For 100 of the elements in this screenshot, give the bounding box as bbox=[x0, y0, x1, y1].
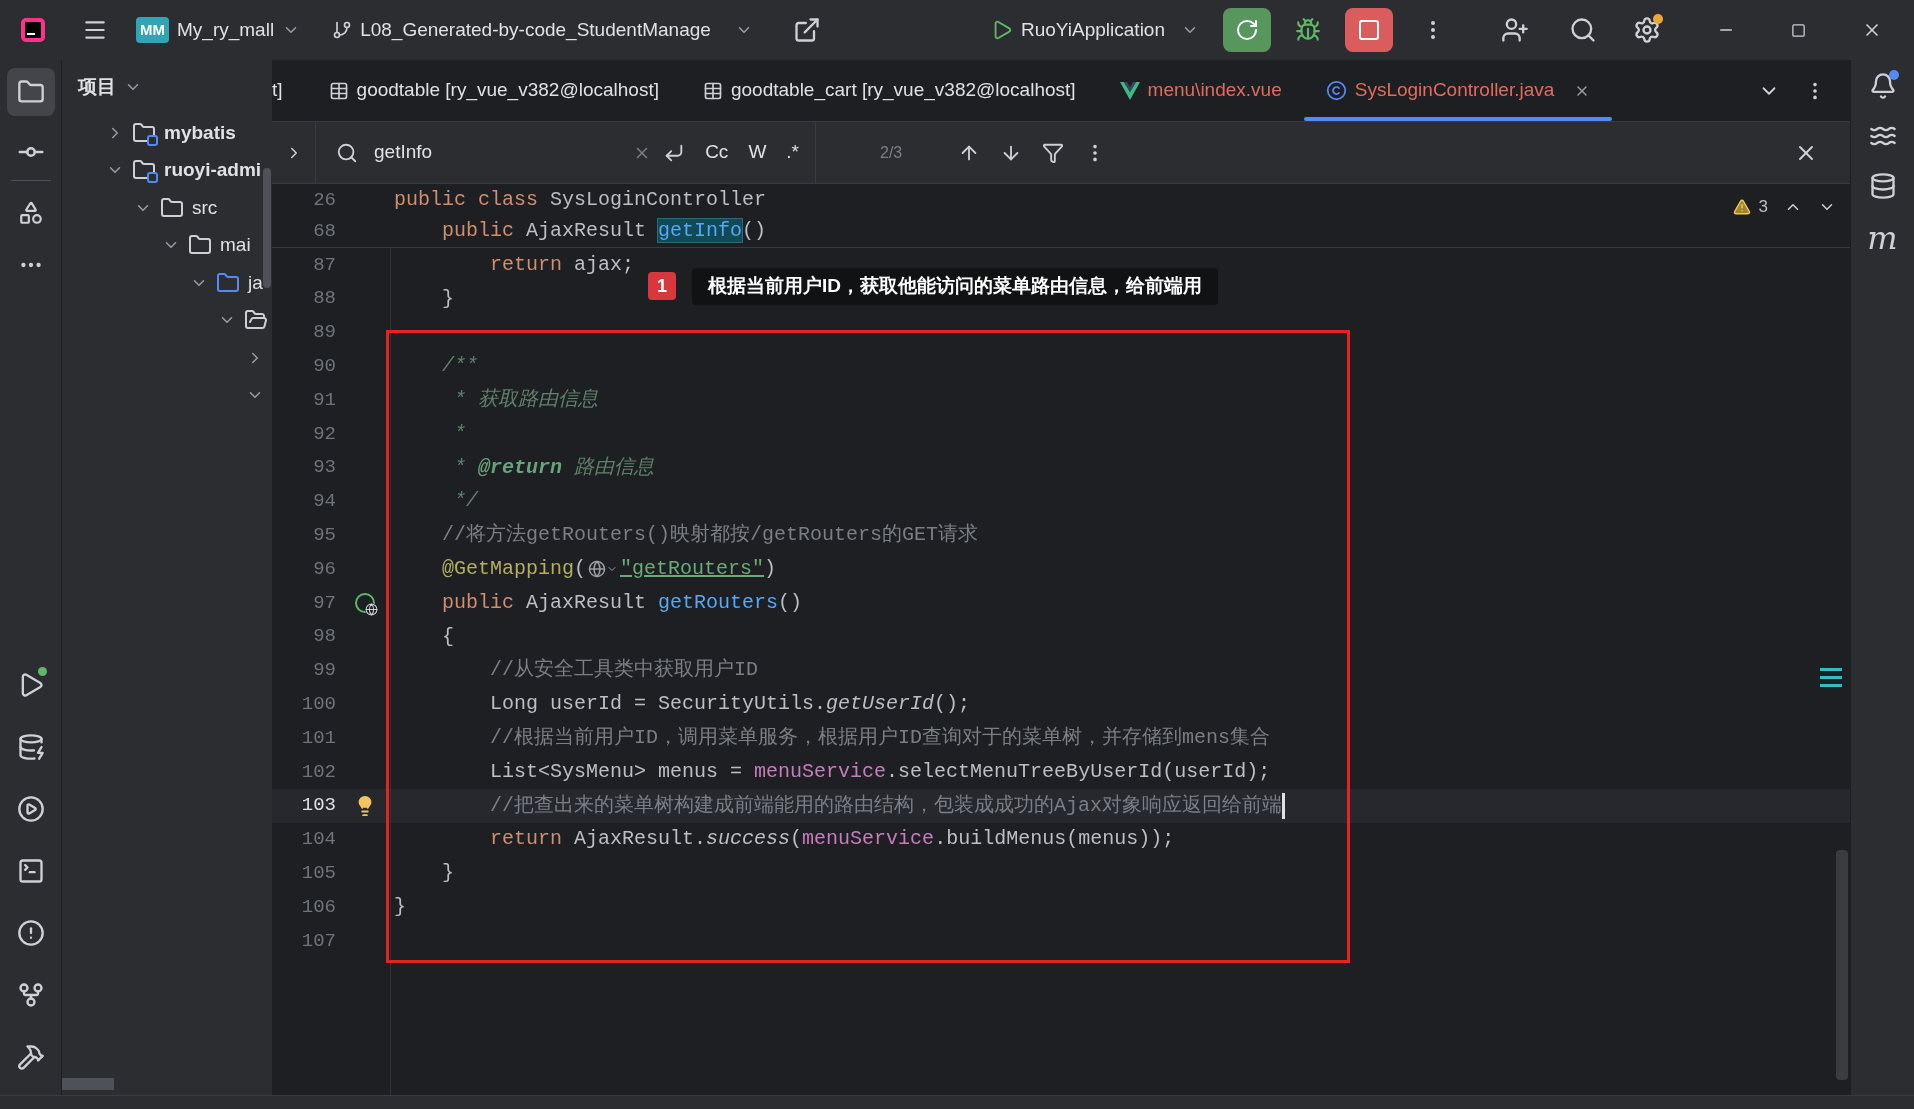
code-line: return ajax; bbox=[489, 251, 635, 278]
run-configuration-name[interactable]: RuoYiApplication bbox=[1021, 15, 1165, 45]
tree-item[interactable]: src bbox=[192, 193, 218, 222]
external-link-icon[interactable] bbox=[792, 16, 821, 44]
code-line: public class SysLoginController bbox=[394, 186, 767, 213]
settings-icon[interactable] bbox=[1633, 16, 1661, 44]
code-line: Long userId = SecurityUtils.getUserId(); bbox=[489, 691, 971, 718]
line-number: 87 bbox=[312, 252, 336, 278]
line-number: 96 bbox=[312, 556, 336, 582]
web-endpoint-icon[interactable] bbox=[355, 592, 375, 613]
globe-inlay-icon[interactable] bbox=[588, 560, 619, 579]
class-icon bbox=[1325, 80, 1347, 101]
code-line: @GetMapping( bbox=[441, 556, 587, 583]
line-number: 94 bbox=[312, 489, 336, 515]
callout-number: 1 bbox=[648, 272, 676, 301]
code-line: "getRouters") bbox=[620, 556, 777, 583]
line-number: 90 bbox=[312, 354, 336, 380]
module-folder-icon bbox=[132, 158, 156, 183]
code-line: List<SysMenu> menus = menuService.selectMenuTreeByUserId(userId); bbox=[489, 758, 1271, 785]
search-field[interactable]: getInfo bbox=[374, 138, 634, 167]
project-tool-button[interactable] bbox=[6, 68, 55, 116]
line-number: 89 bbox=[312, 320, 336, 346]
line-number: 97 bbox=[312, 590, 336, 616]
branch-name[interactable]: L08_Generated-by-code_StudentManage bbox=[360, 15, 711, 45]
search-icon[interactable] bbox=[1569, 16, 1597, 44]
match-count: 2/3 bbox=[880, 142, 903, 163]
folder-icon bbox=[16, 78, 45, 106]
search-option-toggle[interactable]: Cc bbox=[701, 138, 733, 167]
folder-icon bbox=[160, 195, 184, 220]
search-icon[interactable] bbox=[336, 141, 358, 164]
maximize-icon[interactable] bbox=[1791, 22, 1806, 38]
change-marker-icon[interactable] bbox=[1820, 668, 1842, 687]
search-option-toggle[interactable]: W bbox=[744, 138, 771, 167]
line-number: 106 bbox=[300, 894, 336, 920]
stop-button[interactable] bbox=[1345, 8, 1393, 52]
code-line: public AjaxResult getRouters() bbox=[441, 589, 803, 616]
project-view-title[interactable]: 项目 bbox=[78, 72, 116, 102]
line-number: 103 bbox=[300, 793, 336, 819]
warning-icon[interactable] bbox=[1732, 197, 1751, 216]
line-number: 98 bbox=[312, 624, 336, 650]
tree-item[interactable]: ruoyi-admi bbox=[164, 156, 262, 185]
code-line: //把查出来的菜单树构建成前端能用的路由结构，包装成成功的Ajax对象响应返回给前端 bbox=[489, 792, 1283, 819]
code-line: public AjaxResult getInfo() bbox=[441, 218, 767, 245]
code-line: * @return 路由信息 bbox=[453, 454, 655, 481]
line-number: 92 bbox=[312, 421, 336, 447]
line-number: 100 bbox=[300, 692, 336, 717]
module-folder-icon bbox=[132, 120, 156, 145]
git-icon[interactable] bbox=[16, 981, 45, 1009]
code-line: //从安全工具类中获取用户ID bbox=[489, 657, 759, 684]
filter-icon[interactable] bbox=[1042, 141, 1065, 164]
text-caret bbox=[1282, 792, 1286, 819]
editor-tab[interactable]: menu\index.vue bbox=[1097, 60, 1304, 121]
line-number: 95 bbox=[312, 523, 336, 548]
table-icon bbox=[702, 80, 723, 101]
editor-tab[interactable]: goodtable_cart [ry_vue_v382@localhost] bbox=[680, 60, 1098, 121]
problems-icon[interactable] bbox=[16, 919, 45, 947]
code-line: } bbox=[394, 894, 406, 921]
editor-tab[interactable]: t] bbox=[272, 60, 307, 121]
editor-tab[interactable]: goodtable [ry_vue_v382@localhost] bbox=[306, 60, 681, 121]
vertical-scrollbar[interactable] bbox=[263, 168, 271, 288]
code-line: * 获取路由信息 bbox=[453, 387, 598, 414]
line-number: 105 bbox=[300, 861, 336, 886]
rerun-icon bbox=[1235, 18, 1259, 42]
vertical-scrollbar[interactable] bbox=[1836, 850, 1848, 1080]
stop-icon bbox=[1357, 18, 1381, 42]
database-icon[interactable] bbox=[1868, 172, 1897, 200]
editor-tab[interactable]: SysLoginController.java bbox=[1303, 60, 1613, 121]
add-user-icon[interactable] bbox=[1501, 16, 1529, 44]
code-line: * bbox=[453, 420, 466, 447]
maven-icon[interactable]: m bbox=[1867, 222, 1898, 254]
code-line: */ bbox=[453, 488, 478, 515]
source-folder-icon bbox=[216, 270, 240, 295]
notifications-icon[interactable] bbox=[1868, 72, 1897, 100]
horizontal-scrollbar[interactable] bbox=[62, 1078, 114, 1090]
project-name[interactable]: My_ry_mall bbox=[177, 15, 275, 45]
line-number: 102 bbox=[300, 759, 336, 785]
line-number: 104 bbox=[300, 827, 336, 853]
tree-item[interactable]: mybatis bbox=[164, 118, 236, 147]
code-line: /** bbox=[441, 353, 478, 380]
tree-item[interactable]: ja bbox=[248, 268, 263, 297]
rerun-button[interactable] bbox=[1223, 8, 1271, 52]
line-number: 107 bbox=[300, 928, 336, 954]
code-line: //根据当前用户ID，调用菜单服务，根据用户ID查询对于的菜单树，并存储到mens集合 bbox=[489, 725, 1271, 752]
debug-icon[interactable] bbox=[1295, 17, 1321, 43]
line-number: 26 bbox=[312, 187, 336, 213]
code-line: } bbox=[441, 860, 454, 887]
terminal-icon[interactable] bbox=[16, 857, 45, 885]
search-option-toggle[interactable]: .* bbox=[782, 138, 803, 167]
app-logo-icon[interactable] bbox=[20, 17, 46, 43]
tree-item[interactable]: mai bbox=[220, 231, 251, 260]
build-icon[interactable] bbox=[16, 1043, 45, 1071]
services-icon[interactable] bbox=[16, 795, 45, 823]
line-number: 91 bbox=[312, 387, 336, 413]
warning-count[interactable]: 3 bbox=[1758, 194, 1768, 220]
callout-text: 根据当前用户ID，获取他能访问的菜单路由信息，给前端用 bbox=[692, 268, 1218, 305]
branch-icon[interactable] bbox=[332, 20, 353, 40]
database-icon[interactable] bbox=[16, 733, 45, 761]
table-icon bbox=[328, 80, 349, 101]
structure-icon[interactable] bbox=[17, 200, 44, 226]
line-number: 68 bbox=[312, 219, 336, 244]
